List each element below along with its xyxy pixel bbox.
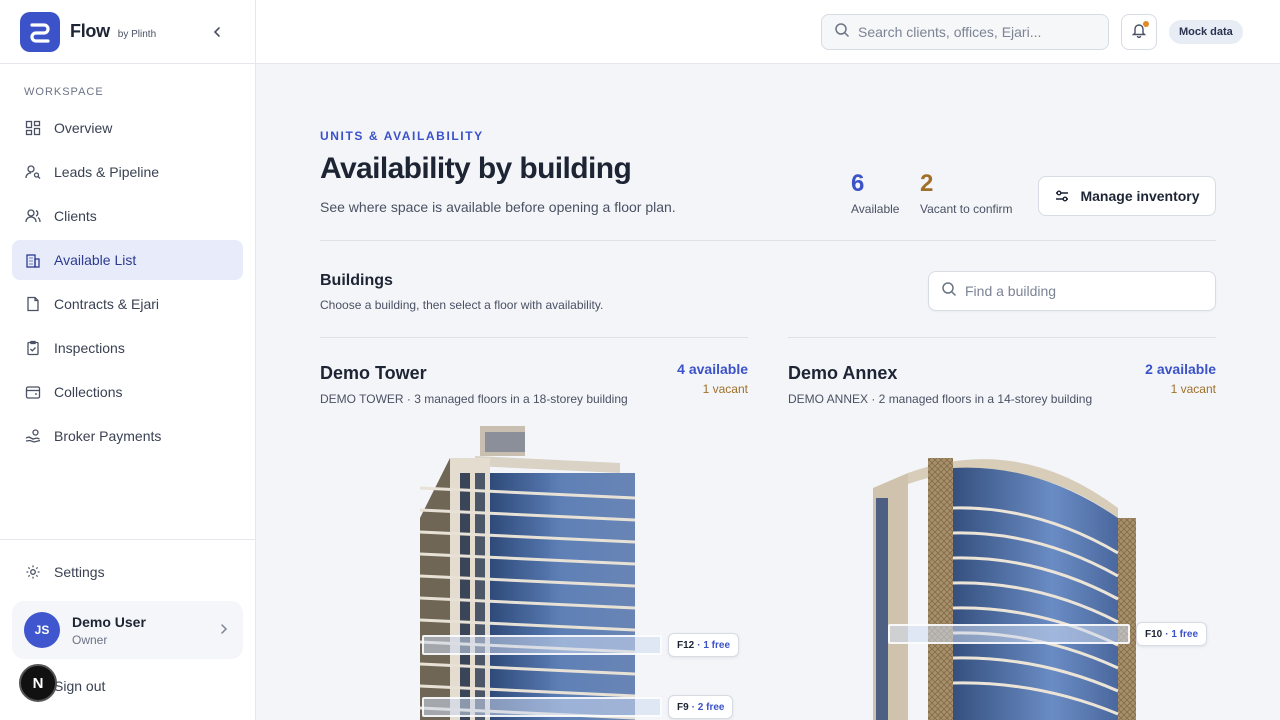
sidebar-item-available-list[interactable]: Available List	[12, 240, 243, 280]
floor-tag-f10[interactable]: F10 · 1 free	[1136, 622, 1208, 646]
sidebar-item-leads[interactable]: Leads & Pipeline	[12, 152, 243, 192]
building-name: Demo Tower	[320, 363, 427, 383]
sidebar: Flow by Plinth WORKSPACE Overview Leads …	[0, 0, 256, 720]
find-building-input[interactable]	[965, 283, 1205, 299]
sidebar-item-overview[interactable]: Overview	[12, 108, 243, 148]
user-search-icon	[24, 163, 42, 181]
buildings-subheading: Choose a building, then select a floor w…	[320, 298, 604, 312]
floor-highlight-f12[interactable]	[422, 635, 662, 655]
sidebar-item-label: Leads & Pipeline	[54, 164, 160, 180]
user-role: Owner	[72, 632, 108, 647]
building-description: DEMO TOWER · 3 managed floors in a 18-st…	[320, 392, 628, 406]
floor-label: F10	[1145, 628, 1163, 640]
sidebar-item-label: Available List	[54, 252, 137, 268]
building-available-count: 2 available	[1145, 361, 1216, 377]
notification-dot	[1143, 21, 1149, 27]
floor-free-count: 1 free	[1171, 628, 1199, 640]
user-name: Demo User	[72, 613, 146, 630]
user-meta: Demo User Owner	[72, 614, 146, 647]
page-eyebrow: UNITS & AVAILABILITY	[320, 129, 484, 143]
sign-out-link[interactable]: Sign out	[54, 678, 105, 694]
floor-label: F9	[677, 701, 689, 713]
stat-available: 6 Available	[851, 170, 899, 216]
page-subtitle: See where space is available before open…	[320, 199, 676, 215]
floor-free: · 1 free	[697, 639, 731, 651]
top-bar: Mock data	[256, 0, 1280, 64]
sidebar-item-inspections[interactable]: Inspections	[12, 328, 243, 368]
settings-label: Settings	[54, 564, 105, 580]
search-icon	[941, 281, 957, 302]
manage-inventory-button[interactable]: Manage inventory	[1038, 176, 1216, 216]
stat-label: Available	[851, 202, 900, 216]
sidebar-item-collections[interactable]: Collections	[12, 372, 243, 412]
sidebar-item-settings[interactable]: Settings	[12, 552, 243, 592]
sidebar-nav: Overview Leads & Pipeline Clients Availa…	[12, 108, 243, 460]
stat-vacant-to-confirm: 2 Vacant to confirm	[920, 170, 1012, 216]
buildings-heading: Buildings	[320, 272, 393, 289]
floor-tag-f9[interactable]: F9 · 2 free	[668, 695, 734, 719]
manage-inventory-label: Manage inventory	[1080, 188, 1200, 204]
brand: Flow by Plinth	[0, 0, 255, 64]
building-card-demo-annex[interactable]: Demo Annex DEMO ANNEX · 2 managed floors…	[788, 337, 1216, 720]
floor-free: · 1 free	[1165, 628, 1199, 640]
building-vacant-count: 1 vacant	[1170, 382, 1216, 396]
building-name: Demo Annex	[788, 363, 898, 383]
user-card[interactable]: JS Demo User Owner	[12, 601, 243, 659]
floor-free-count: 1 free	[703, 639, 731, 651]
floor-free: · 2 free	[691, 701, 725, 713]
sidebar-item-broker-payments[interactable]: Broker Payments	[12, 416, 243, 456]
search-icon	[834, 22, 850, 43]
mock-data-badge: Mock data	[1169, 20, 1243, 44]
brand-name: Flow	[70, 21, 110, 41]
wallet-icon	[24, 383, 42, 401]
building-icon	[24, 251, 42, 269]
sidebar-item-label: Collections	[54, 384, 123, 400]
building-vacant-count: 1 vacant	[702, 382, 748, 396]
floor-tag-f12[interactable]: F12 · 1 free	[668, 633, 740, 657]
section-divider	[320, 240, 1216, 241]
building-description: DEMO ANNEX · 2 managed floors in a 14-st…	[788, 392, 1093, 406]
sidebar-item-label: Broker Payments	[54, 428, 162, 444]
sidebar-item-clients[interactable]: Clients	[12, 196, 243, 236]
floor-free-count: 2 free	[697, 701, 725, 713]
stat-label: Vacant to confirm	[920, 202, 1013, 216]
floor-highlight-f9[interactable]	[422, 697, 662, 717]
dev-tools-badge[interactable]: N	[19, 664, 57, 702]
grid-icon	[24, 119, 42, 137]
search-input[interactable]	[858, 24, 1098, 40]
find-building-search[interactable]	[928, 271, 1216, 311]
sidebar-divider	[0, 539, 256, 540]
collapse-sidebar-icon[interactable]	[207, 22, 227, 42]
brand-byline: by Plinth	[117, 28, 157, 40]
notifications-button[interactable]	[1121, 14, 1157, 50]
annex-illustration	[873, 458, 1136, 720]
page-title: Availability by building	[320, 152, 632, 185]
avatar: JS	[24, 612, 60, 648]
gear-icon	[24, 563, 42, 581]
tower-illustration	[419, 426, 636, 720]
floor-highlight-f10[interactable]	[888, 624, 1130, 644]
flow-logo-icon[interactable]	[20, 11, 60, 52]
users-icon	[24, 207, 42, 225]
sidebar-item-label: Inspections	[54, 340, 125, 356]
sliders-icon	[1054, 188, 1070, 204]
hand-coins-icon	[24, 427, 42, 445]
global-search[interactable]	[821, 14, 1109, 50]
sidebar-item-label: Overview	[54, 120, 113, 136]
floor-label: F12	[677, 639, 695, 651]
sidebar-item-label: Clients	[54, 208, 97, 224]
sidebar-item-contracts[interactable]: Contracts & Ejari	[12, 284, 243, 324]
building-card-demo-tower[interactable]: Demo Tower DEMO TOWER · 3 managed floors…	[320, 337, 748, 720]
workspace-section-label: WORKSPACE	[24, 86, 104, 98]
chevron-right-icon	[219, 622, 229, 640]
document-icon	[24, 295, 42, 313]
clipboard-check-icon	[24, 339, 42, 357]
stat-value: 6	[851, 170, 865, 197]
stat-value: 2	[920, 170, 934, 197]
building-available-count: 4 available	[677, 361, 748, 377]
sidebar-item-label: Contracts & Ejari	[54, 296, 160, 312]
